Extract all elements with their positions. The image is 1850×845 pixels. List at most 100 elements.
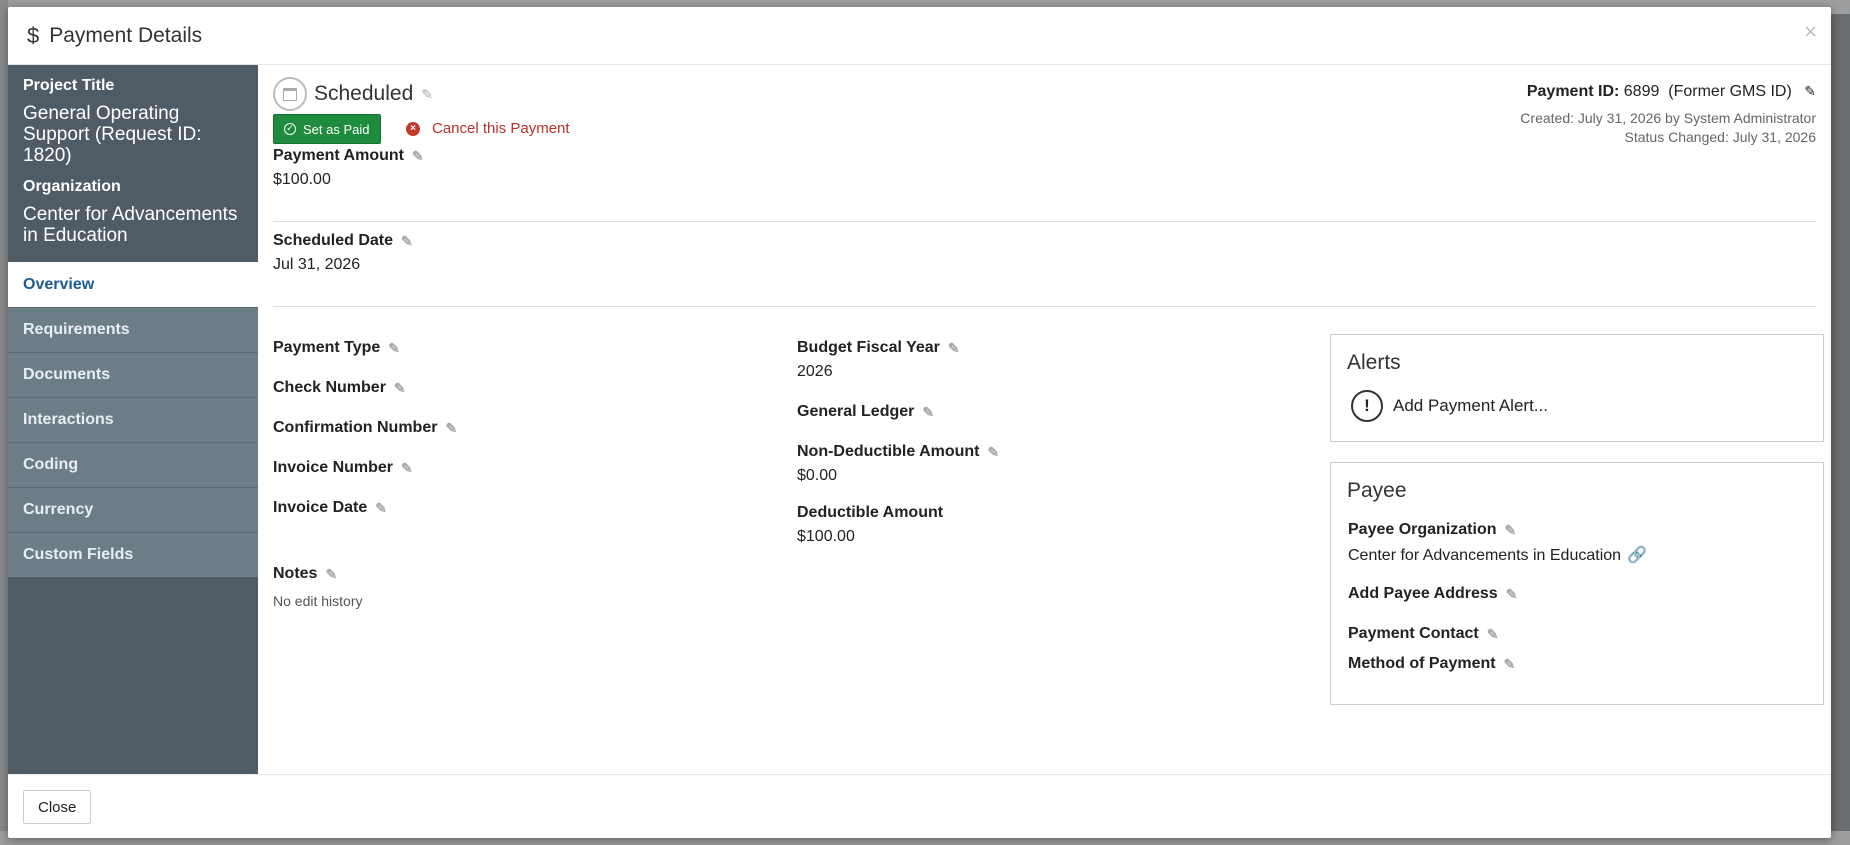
exclamation-icon: ! xyxy=(1351,390,1383,422)
project-title-value: General Operating Support (Request ID: 1… xyxy=(23,103,202,166)
notes-field: Notes ✎ No edit history xyxy=(273,565,362,609)
add-payment-alert-label: Add Payment Alert... xyxy=(1393,396,1548,415)
deductible-value: $100.00 xyxy=(797,528,855,545)
invoice-number-label: Invoice Number xyxy=(273,459,394,476)
payment-id-value: 6899 xyxy=(1623,83,1660,100)
background-app-sidebar xyxy=(0,0,8,845)
divider xyxy=(273,221,1816,222)
budget-fiscal-year-value: 2026 xyxy=(797,363,833,380)
edit-payment-contact-pencil-icon[interactable]: ✎ xyxy=(1487,626,1499,643)
sidebar-item-overview[interactable]: Overview xyxy=(8,262,258,307)
scheduled-date-label: Scheduled Date xyxy=(273,232,394,249)
alerts-panel: Alerts ! Add Payment Alert... xyxy=(1330,334,1824,442)
edit-general-ledger-pencil-icon[interactable]: ✎ xyxy=(922,404,934,421)
method-of-payment-field: Method of Payment ✎ xyxy=(1348,655,1515,673)
payment-contact-field: Payment Contact ✎ xyxy=(1348,625,1498,643)
payment-type-field: Payment Type ✎ xyxy=(273,339,400,357)
divider xyxy=(273,306,1816,307)
link-icon[interactable]: 🔗 xyxy=(1627,547,1647,564)
sidebar: Project Title General Operating Support … xyxy=(8,65,258,774)
edit-check-number-pencil-icon[interactable]: ✎ xyxy=(394,380,406,397)
payee-title: Payee xyxy=(1347,479,1407,502)
sidebar-item-requirements[interactable]: Requirements xyxy=(8,307,258,352)
status-row: Scheduled ✎ xyxy=(273,77,433,111)
edit-payment-id-pencil-icon[interactable]: ✎ xyxy=(1804,83,1816,100)
payee-address-field: Add Payee Address ✎ xyxy=(1348,585,1517,603)
payee-organization-field: Payee Organization ✎ Center for Advanceme… xyxy=(1348,521,1647,565)
deductible-label: Deductible Amount xyxy=(797,504,944,521)
edit-invoice-date-pencil-icon[interactable]: ✎ xyxy=(375,500,387,517)
dialog-title: Payment Details xyxy=(49,23,203,47)
scheduled-date-field: Scheduled Date ✎ Jul 31, 2026 xyxy=(273,232,413,274)
edit-status-pencil-icon[interactable]: ✎ xyxy=(421,86,433,103)
organization-label: Organization xyxy=(23,178,121,195)
dialog-body: Project Title General Operating Support … xyxy=(8,65,1831,774)
confirmation-number-field: Confirmation Number ✎ xyxy=(273,419,457,437)
check-number-label: Check Number xyxy=(273,379,386,396)
notes-edit-history: No edit history xyxy=(273,593,363,609)
payment-id-line: Payment ID: 6899 (Former GMS ID) ✎ xyxy=(1520,83,1816,101)
notes-label: Notes xyxy=(273,565,318,582)
general-ledger-field: General Ledger ✎ xyxy=(797,403,934,421)
created-info: Created: July 31, 2026 by System Adminis… xyxy=(1520,110,1816,126)
set-as-paid-label: Set as Paid xyxy=(303,121,370,137)
payment-type-label: Payment Type xyxy=(273,339,381,356)
sidebar-item-currency[interactable]: Currency xyxy=(8,487,258,532)
non-deductible-value: $0.00 xyxy=(797,467,838,484)
close-icon[interactable]: × xyxy=(1804,19,1817,45)
former-gms-id: (Former GMS ID) xyxy=(1668,83,1792,100)
edit-confirmation-number-pencil-icon[interactable]: ✎ xyxy=(445,420,457,437)
close-button[interactable]: Close xyxy=(23,790,92,824)
budget-fiscal-year-field: Budget Fiscal Year ✎ 2026 xyxy=(797,339,960,381)
sidebar-item-custom-fields[interactable]: Custom Fields xyxy=(8,532,258,577)
sidebar-info: Project Title General Operating Support … xyxy=(8,65,258,262)
payee-panel: Payee Payee Organization ✎ Center for Adv… xyxy=(1330,462,1824,705)
cancel-circle-icon: × xyxy=(406,121,420,136)
check-circle-icon: ✓ xyxy=(284,123,296,135)
edit-payee-address-pencil-icon[interactable]: ✎ xyxy=(1506,586,1518,603)
sidebar-item-interactions[interactable]: Interactions xyxy=(8,397,258,442)
main-content: Scheduled ✎ ✓ Set as Paid × Cancel this … xyxy=(258,65,1831,774)
status-label: Scheduled xyxy=(314,82,414,105)
edit-payment-type-pencil-icon[interactable]: ✎ xyxy=(388,340,400,357)
payee-organization-label: Payee Organization xyxy=(1348,521,1497,538)
edit-payee-organization-pencil-icon[interactable]: ✎ xyxy=(1505,522,1517,539)
method-of-payment-label: Method of Payment xyxy=(1348,655,1496,672)
calendar-icon xyxy=(273,77,307,111)
edit-budget-fiscal-year-pencil-icon[interactable]: ✎ xyxy=(948,340,960,357)
sidebar-item-documents[interactable]: Documents xyxy=(8,352,258,397)
payee-address-label: Add Payee Address xyxy=(1348,585,1498,602)
invoice-number-field: Invoice Number ✎ xyxy=(273,459,413,477)
check-number-field: Check Number ✎ xyxy=(273,379,406,397)
alerts-title: Alerts xyxy=(1347,351,1401,374)
payment-id-label: Payment ID: xyxy=(1526,83,1620,100)
set-as-paid-button[interactable]: ✓ Set as Paid xyxy=(273,114,381,144)
payee-organization-value-row: Center for Advancements in Education 🔗 xyxy=(1348,545,1647,565)
deductible-amount-field: Deductible Amount $100.00 xyxy=(797,504,943,546)
payment-id-block: Payment ID: 6899 (Former GMS ID) ✎ Creat… xyxy=(1520,83,1816,147)
status-changed-info: Status Changed: July 31, 2026 xyxy=(1624,129,1816,145)
edit-non-deductible-pencil-icon[interactable]: ✎ xyxy=(988,444,1000,461)
cancel-payment-link[interactable]: × Cancel this Payment xyxy=(406,120,570,137)
dialog-header: $ Payment Details × xyxy=(8,7,1831,65)
cancel-payment-label: Cancel this Payment xyxy=(432,120,570,137)
add-payment-alert-button[interactable]: ! Add Payment Alert... xyxy=(1351,390,1548,422)
edit-invoice-number-pencil-icon[interactable]: ✎ xyxy=(401,460,413,477)
project-title-label: Project Title xyxy=(23,77,115,94)
invoice-date-label: Invoice Date xyxy=(273,499,368,516)
payment-amount-value: $100.00 xyxy=(273,171,331,188)
payment-amount-field: Payment Amount ✎ $100.00 xyxy=(273,147,424,189)
sidebar-item-coding[interactable]: Coding xyxy=(8,442,258,487)
edit-payment-amount-pencil-icon[interactable]: ✎ xyxy=(412,148,424,165)
non-deductible-amount-field: Non-Deductible Amount ✎ $0.00 xyxy=(797,443,999,485)
scheduled-date-value: Jul 31, 2026 xyxy=(273,256,361,273)
payment-contact-label: Payment Contact xyxy=(1348,625,1479,642)
non-deductible-label: Non-Deductible Amount xyxy=(797,443,980,460)
dialog-footer: Close xyxy=(8,774,1831,838)
payment-details-dialog: $ Payment Details × Project Title Genera… xyxy=(8,7,1831,838)
dollar-icon: $ xyxy=(27,22,40,48)
edit-notes-pencil-icon[interactable]: ✎ xyxy=(325,566,337,583)
edit-method-of-payment-pencil-icon[interactable]: ✎ xyxy=(1504,656,1516,673)
organization-value: Center for Advancements in Education xyxy=(23,204,238,246)
edit-scheduled-date-pencil-icon[interactable]: ✎ xyxy=(401,233,413,250)
